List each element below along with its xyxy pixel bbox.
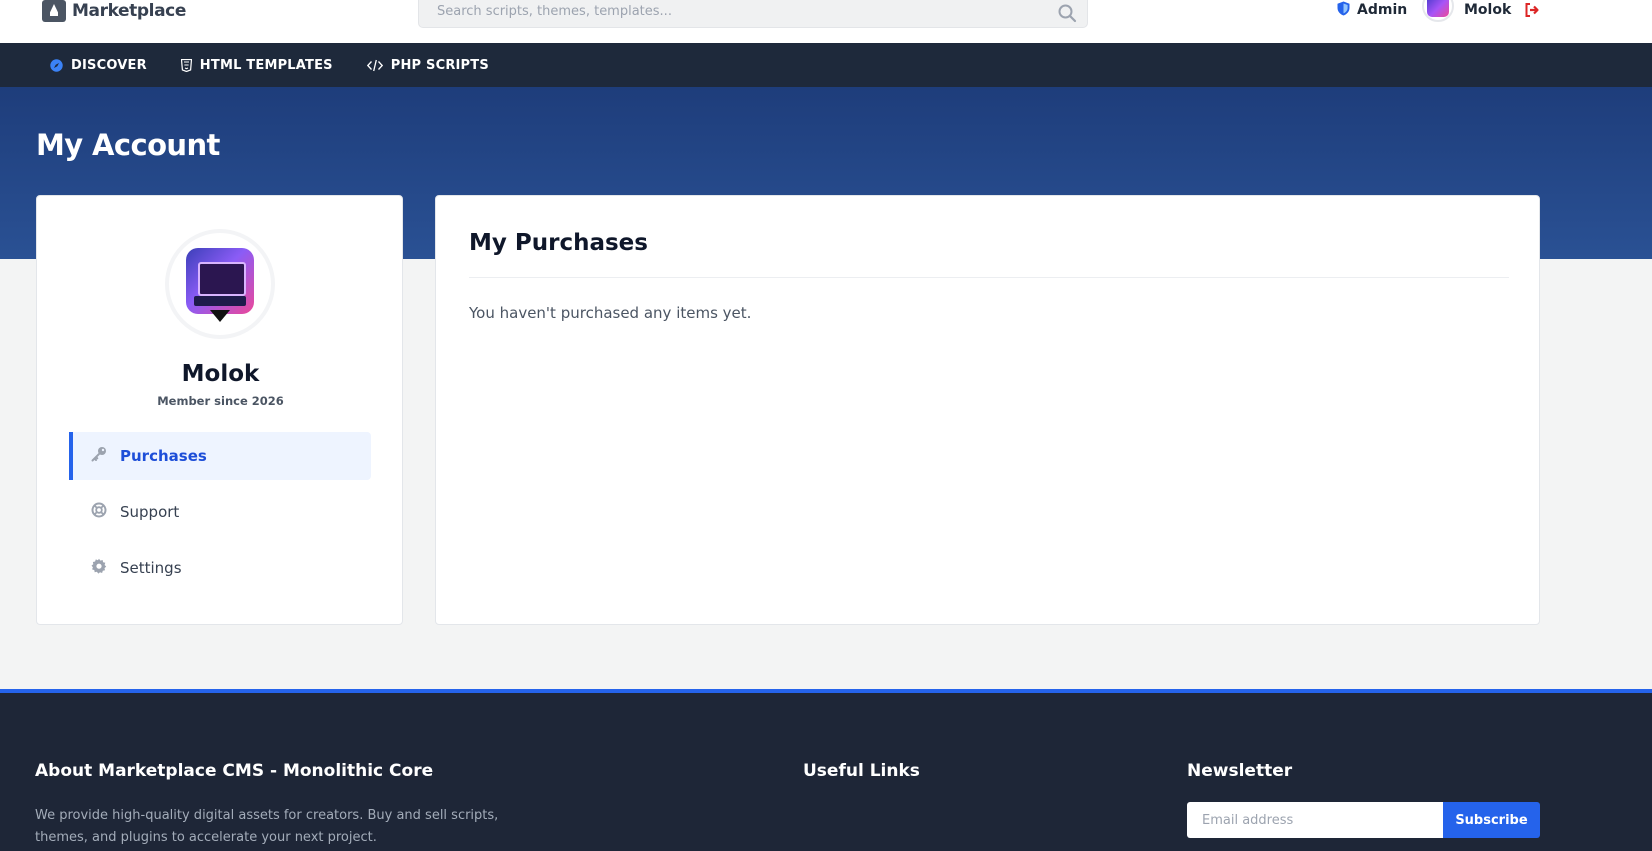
main-nav: DISCOVER HTML TEMPLATES PHP SCRIPTS <box>0 43 1652 87</box>
life-ring-icon <box>91 502 107 522</box>
nav-label-discover: DISCOVER <box>71 57 147 73</box>
profile-name: Molok <box>181 361 260 387</box>
nav-label-html-templates: HTML TEMPLATES <box>199 57 333 73</box>
key-icon <box>91 446 107 466</box>
user-menu[interactable]: Molok <box>1422 0 1511 22</box>
gear-icon <box>91 558 107 578</box>
site-logo[interactable]: Marketplace <box>42 0 186 22</box>
footer-about-title: About Marketplace CMS - Monolithic Core <box>35 761 434 781</box>
menu-label-support: Support <box>120 503 180 521</box>
search-bar <box>418 0 1088 28</box>
purchases-card: My Purchases You haven't purchased any i… <box>435 195 1540 625</box>
user-name: Molok <box>1464 2 1512 18</box>
top-header: Marketplace Admin Molok <box>0 0 1652 43</box>
rocket-logo-icon <box>42 0 66 22</box>
newsletter-form: Subscribe <box>1187 802 1540 838</box>
account-menu: Purchases Support Settings <box>69 432 371 600</box>
menu-label-purchases: Purchases <box>120 447 207 465</box>
search-icon[interactable] <box>1057 3 1077 23</box>
menu-item-settings[interactable]: Settings <box>69 544 371 592</box>
footer-links-title: Useful Links <box>803 761 920 781</box>
search-input[interactable] <box>419 0 1087 27</box>
empty-state-message: You haven't purchased any items yet. <box>469 304 752 322</box>
nav-item-html-templates[interactable]: HTML TEMPLATES <box>180 57 333 73</box>
code-icon <box>366 59 383 72</box>
menu-item-support[interactable]: Support <box>69 488 371 536</box>
member-since: Member since 2026 <box>157 394 284 408</box>
html5-icon <box>180 58 192 72</box>
nav-item-php-scripts[interactable]: PHP SCRIPTS <box>366 57 489 73</box>
logo-text: Marketplace <box>72 1 186 21</box>
nav-item-discover[interactable]: DISCOVER <box>50 58 147 73</box>
menu-label-settings: Settings <box>120 559 182 577</box>
admin-link[interactable]: Admin <box>1337 0 1407 20</box>
admin-label: Admin <box>1357 2 1408 18</box>
compass-icon <box>50 58 63 72</box>
shield-icon <box>1337 1 1350 20</box>
menu-item-purchases[interactable]: Purchases <box>69 432 371 480</box>
profile-card: Molok Member since 2026 Purchases Suppor… <box>36 195 403 625</box>
nav-label-php-scripts: PHP SCRIPTS <box>390 57 489 73</box>
newsletter-email-field[interactable] <box>1187 802 1443 838</box>
footer-newsletter-title: Newsletter <box>1187 761 1293 781</box>
subscribe-button[interactable]: Subscribe <box>1443 802 1540 838</box>
page-title: My Account <box>36 128 220 162</box>
purchases-title: My Purchases <box>469 230 648 256</box>
divider <box>469 277 1509 278</box>
avatar <box>1422 0 1454 22</box>
profile-avatar <box>165 229 275 339</box>
site-footer: About Marketplace CMS - Monolithic Core … <box>0 689 1652 851</box>
footer-about-text: We provide high-quality digital assets f… <box>35 808 499 845</box>
logout-icon[interactable] <box>1524 2 1540 18</box>
